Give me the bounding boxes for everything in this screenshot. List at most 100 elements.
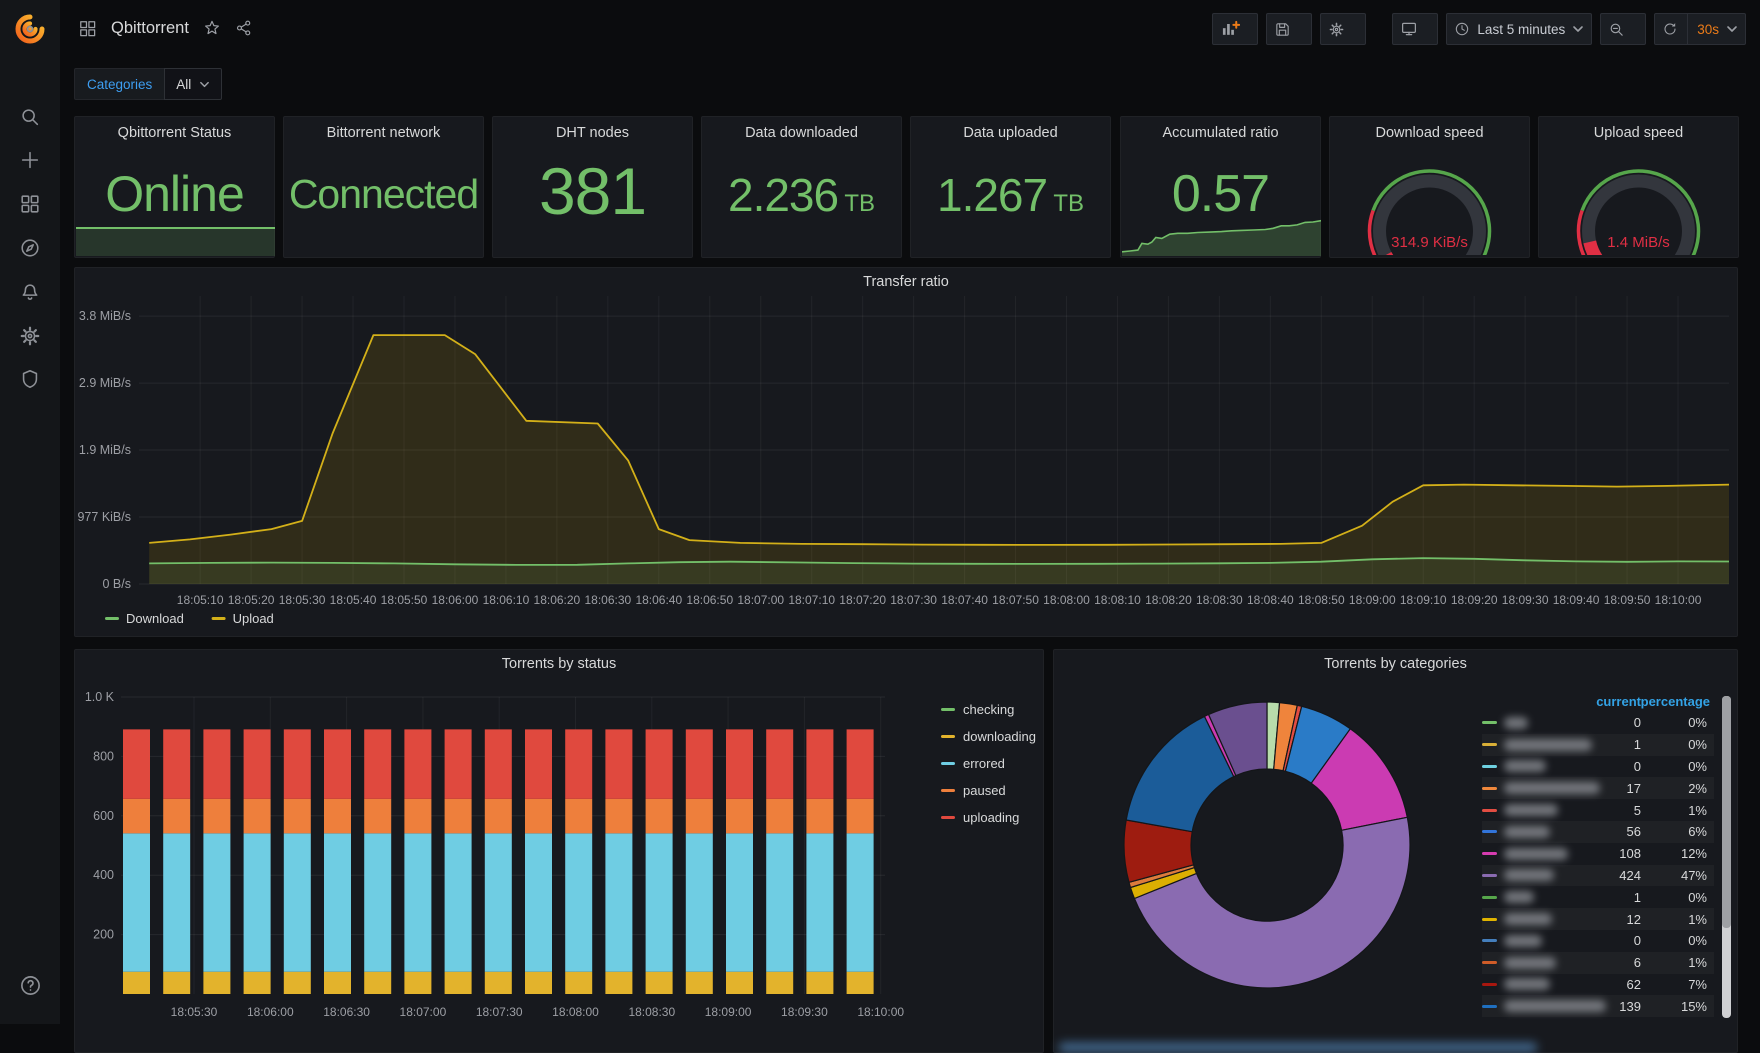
panel-title-torrents-by-status[interactable]: Torrents by status bbox=[75, 656, 1043, 672]
x-axis-label: 18:08:40 bbox=[1247, 593, 1294, 607]
x-axis-label: 18:09:10 bbox=[1400, 593, 1447, 607]
stacked-bar-segment-downloading bbox=[726, 971, 753, 994]
stacked-bar-segment-uploading bbox=[404, 729, 432, 799]
panel-torrents-by-categories: Torrents by categories current percentag… bbox=[1053, 649, 1738, 1053]
star-icon[interactable] bbox=[203, 19, 221, 37]
legend-item-checking[interactable]: checking bbox=[941, 702, 1036, 717]
stacked-bar-segment-errored bbox=[163, 833, 191, 972]
x-axis-label: 18:08:00 bbox=[552, 1005, 599, 1019]
category-color-dash bbox=[1482, 982, 1497, 986]
sidebar bbox=[0, 0, 60, 1024]
legend-color-dash bbox=[941, 789, 955, 792]
panel-title-torrents-by-categories[interactable]: Torrents by categories bbox=[1054, 656, 1737, 672]
stacked-bar-segment-downloading bbox=[766, 971, 794, 994]
category-current-value: 56 bbox=[1626, 824, 1641, 840]
stacked-bar-segment-uploading bbox=[846, 729, 874, 799]
dashboards-grid-icon[interactable] bbox=[0, 187, 60, 221]
stacked-bar-segment-downloading bbox=[404, 971, 432, 994]
stacked-bar-segment-errored bbox=[324, 833, 351, 972]
legend-label: downloading bbox=[963, 729, 1037, 744]
compass-icon[interactable] bbox=[0, 231, 60, 265]
stacked-bar-segment-paused bbox=[283, 798, 311, 834]
legend-item-errored[interactable]: errored bbox=[941, 756, 1036, 771]
stat-panel-title[interactable]: Accumulated ratio bbox=[1121, 125, 1320, 141]
category-table-row: 1 0% bbox=[1482, 734, 1714, 756]
stacked-bar-segment-paused bbox=[605, 798, 633, 834]
category-current-value: 0 bbox=[1633, 715, 1641, 731]
table-scrollbar[interactable] bbox=[1722, 696, 1731, 1018]
stat-panel-title[interactable]: Upload speed bbox=[1539, 125, 1738, 141]
stat-value: 1.267 TB bbox=[936, 168, 1085, 221]
category-name-blurred bbox=[1504, 934, 1542, 947]
stat-panel-title[interactable]: Qbittorrent Status bbox=[75, 125, 274, 141]
x-axis-label: 18:05:30 bbox=[171, 1005, 218, 1019]
stat-panel-data-downloaded: Data downloaded 2.236 TB bbox=[701, 116, 902, 258]
dashboard-settings-button[interactable] bbox=[1320, 13, 1367, 45]
bell-icon[interactable] bbox=[0, 275, 60, 309]
panel-title-transfer-ratio[interactable]: Transfer ratio bbox=[75, 274, 1737, 290]
time-range-picker[interactable]: Last 5 minutes bbox=[1446, 13, 1593, 45]
grafana-logo[interactable] bbox=[0, 12, 60, 46]
page-title: Qbittorrent bbox=[111, 18, 189, 37]
stat-panel-title[interactable]: Data downloaded bbox=[702, 125, 901, 141]
x-axis-label: 18:06:30 bbox=[584, 593, 631, 607]
category-name-blurred bbox=[1504, 1000, 1606, 1013]
refresh-button[interactable]: 30s bbox=[1654, 13, 1746, 45]
column-header-percentage[interactable]: percentage bbox=[1641, 694, 1710, 709]
category-current-value: 1 bbox=[1633, 889, 1641, 905]
stacked-bar-segment-errored bbox=[645, 833, 673, 972]
legend-item-paused[interactable]: paused bbox=[941, 783, 1036, 798]
plus-icon[interactable] bbox=[0, 143, 60, 177]
gear-icon[interactable] bbox=[0, 319, 60, 353]
category-name-blurred bbox=[1504, 738, 1592, 751]
variable-value-dropdown[interactable]: All bbox=[164, 68, 223, 100]
svg-text:Upload: Upload bbox=[233, 611, 274, 626]
column-header-current[interactable]: current bbox=[1596, 694, 1641, 709]
stacked-bar-segment-paused bbox=[203, 798, 231, 834]
transfer-ratio-chart: 0 B/s 977 KiB/s 1.9 MiB/s 2.9 MiB/s 3.8 MiB/… bbox=[77, 296, 1730, 626]
legend-item-uploading[interactable]: uploading bbox=[941, 810, 1036, 825]
table-scrollbar-thumb[interactable] bbox=[1722, 696, 1731, 928]
stacked-bar-segment-errored bbox=[806, 833, 834, 972]
category-color-dash bbox=[1482, 895, 1497, 899]
x-axis-label: 18:07:50 bbox=[992, 593, 1039, 607]
variable-label: Categories bbox=[74, 68, 165, 100]
category-color-dash bbox=[1482, 786, 1497, 790]
stat-panel-title[interactable]: DHT nodes bbox=[493, 125, 692, 141]
x-axis-label: 18:05:40 bbox=[330, 593, 377, 607]
category-table-row: 139 15% bbox=[1482, 995, 1714, 1017]
category-percentage-value: 12% bbox=[1680, 846, 1707, 862]
x-axis-label: 18:07:00 bbox=[737, 593, 784, 607]
legend-item-upload[interactable]: Upload bbox=[211, 611, 274, 626]
y-axis-label: 600 bbox=[93, 809, 114, 823]
share-icon[interactable] bbox=[235, 19, 253, 37]
stat-panel-title[interactable]: Bittorrent network bbox=[284, 125, 483, 141]
stacked-bar-segment-errored bbox=[243, 833, 271, 972]
apps-grid-icon[interactable] bbox=[78, 19, 97, 38]
category-color-dash bbox=[1482, 852, 1497, 856]
stacked-bar-segment-errored bbox=[484, 833, 512, 972]
zoom-out-button[interactable] bbox=[1600, 13, 1647, 45]
stat-panel-title[interactable]: Data uploaded bbox=[911, 125, 1110, 141]
stacked-bar-segment-downloading bbox=[605, 971, 633, 994]
category-percentage-value: 15% bbox=[1680, 998, 1707, 1014]
search-icon[interactable] bbox=[0, 100, 60, 134]
category-percentage-value: 0% bbox=[1688, 758, 1707, 774]
stacked-bar-segment-errored bbox=[203, 833, 231, 972]
y-axis-label: 200 bbox=[93, 928, 114, 942]
legend-item-downloading[interactable]: downloading bbox=[941, 729, 1036, 744]
category-percentage-value: 2% bbox=[1688, 780, 1707, 796]
add-panel-button[interactable] bbox=[1212, 13, 1259, 45]
tv-kiosk-button[interactable] bbox=[1392, 13, 1439, 45]
x-axis-label: 18:07:00 bbox=[400, 1005, 447, 1019]
category-table-row: 0 0% bbox=[1482, 712, 1714, 734]
legend-item-download[interactable]: Download bbox=[105, 611, 184, 626]
x-axis-label: 18:10:00 bbox=[1655, 593, 1702, 607]
stat-panel-download-speed: Download speed 314.9 KiB/s bbox=[1329, 116, 1530, 258]
help-icon[interactable] bbox=[0, 968, 60, 1002]
category-table-row: 6 1% bbox=[1482, 952, 1714, 974]
stat-panel-title[interactable]: Download speed bbox=[1330, 125, 1529, 141]
shield-icon[interactable] bbox=[0, 362, 60, 396]
stacked-bar-segment-errored bbox=[364, 833, 392, 972]
save-dashboard-button[interactable] bbox=[1266, 13, 1313, 45]
